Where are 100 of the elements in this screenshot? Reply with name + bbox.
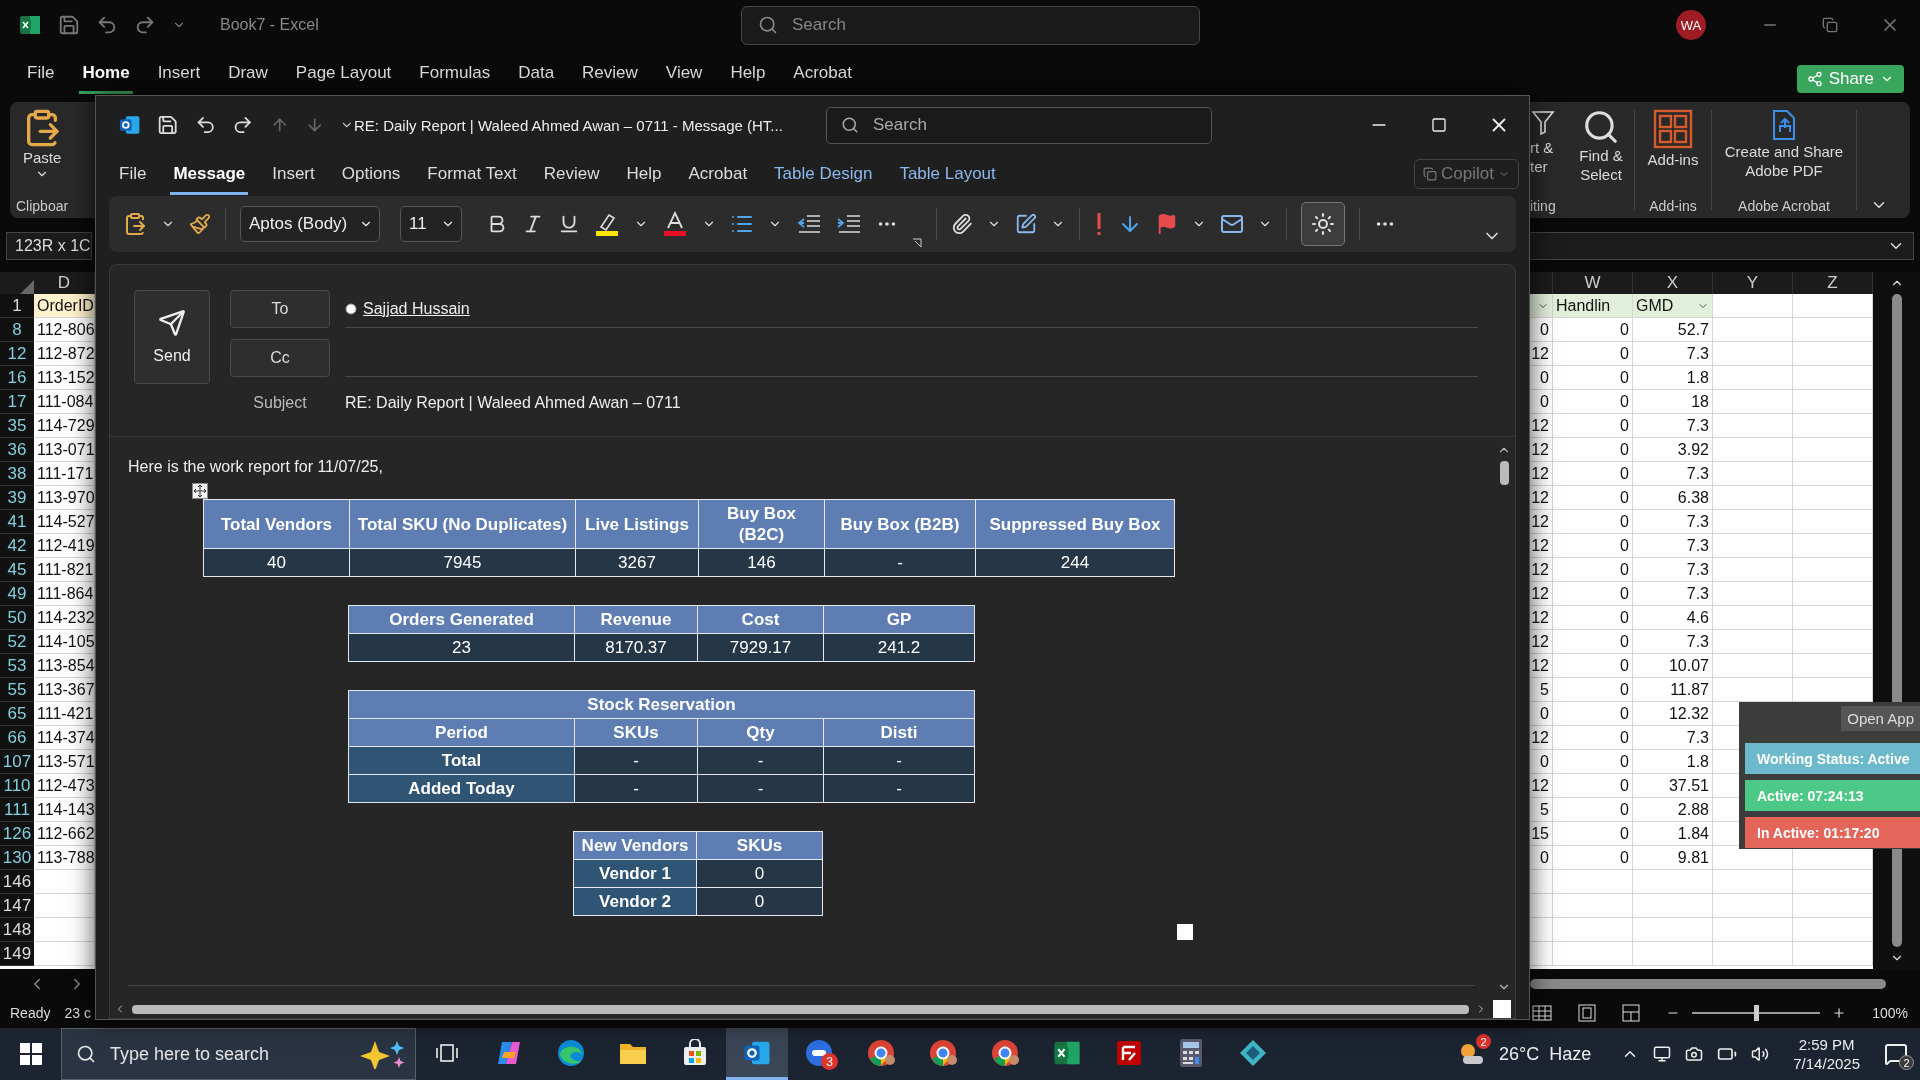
sheet-cell[interactable]: 37.51 xyxy=(1633,774,1713,798)
sheet-cell[interactable]: 113-854 xyxy=(34,654,95,678)
redo-icon[interactable] xyxy=(232,114,254,136)
row-number[interactable]: 130 xyxy=(0,846,34,870)
table-move-icon[interactable] xyxy=(192,483,208,499)
sheet-cell[interactable]: 2.88 xyxy=(1633,798,1713,822)
sheet-cell[interactable] xyxy=(1713,486,1793,510)
menu-tab[interactable]: Insert xyxy=(269,155,318,195)
page-break-icon[interactable] xyxy=(1622,1004,1641,1022)
font-color-icon[interactable] xyxy=(662,211,688,237)
search-field[interactable]: Search xyxy=(741,5,1200,45)
search-icon[interactable] xyxy=(1582,108,1620,146)
sheet-cell[interactable]: 113-367 xyxy=(34,678,95,702)
row-number[interactable]: 1 xyxy=(0,294,34,318)
highlighter-icon[interactable] xyxy=(594,211,620,237)
sheet-cell[interactable]: 3.92 xyxy=(1633,438,1713,462)
sheet-cell[interactable]: 1.8 xyxy=(1633,366,1713,390)
sheet-cell[interactable]: 0 xyxy=(1530,318,1553,342)
sheet-cell[interactable]: 0 xyxy=(1553,654,1633,678)
sheet-cell[interactable]: 113-571 xyxy=(34,750,95,774)
sheet-cell[interactable]: 112-419 xyxy=(34,534,95,558)
menu-tab[interactable]: Review xyxy=(540,155,603,195)
sheet-cell[interactable]: 0 xyxy=(1553,822,1633,846)
sheet-cell[interactable]: 7.3 xyxy=(1633,462,1713,486)
maximize-icon[interactable] xyxy=(1431,117,1447,133)
sheet-cell[interactable] xyxy=(1793,582,1873,606)
sheet-cell[interactable] xyxy=(1793,630,1873,654)
browser-icon[interactable] xyxy=(990,1037,1020,1068)
menu-tab[interactable]: Page Layout xyxy=(292,54,395,94)
sheet-cell[interactable] xyxy=(1713,894,1793,918)
sheet-cell[interactable]: 111-171 xyxy=(34,462,95,486)
sheet-cell[interactable]: 0 xyxy=(1553,726,1633,750)
app-icon[interactable] xyxy=(1115,1038,1143,1067)
menu-tab[interactable]: File xyxy=(24,54,58,94)
sheet-cell[interactable]: 9.81 xyxy=(1633,846,1713,870)
sheet-cell[interactable] xyxy=(1713,870,1793,894)
sheet-cell[interactable]: 6.38 xyxy=(1633,486,1713,510)
sheet-cell[interactable]: 7.3 xyxy=(1633,582,1713,606)
sheet-cell[interactable]: 12 xyxy=(1530,342,1553,366)
calculator-icon[interactable] xyxy=(1178,1037,1204,1068)
sheet-cell[interactable] xyxy=(1793,462,1873,486)
row-number[interactable]: 17 xyxy=(0,390,34,414)
sheet-cell[interactable]: 0 xyxy=(1553,414,1633,438)
row-number[interactable]: 38 xyxy=(0,462,34,486)
sheet-cell[interactable] xyxy=(1793,894,1873,918)
sheet-cell[interactable] xyxy=(1713,606,1793,630)
row-number[interactable]: 148 xyxy=(0,918,34,942)
sheet-cell[interactable] xyxy=(1713,678,1793,702)
row-number[interactable]: 12 xyxy=(0,342,34,366)
sheet-cell[interactable]: 5 xyxy=(1530,678,1553,702)
menu-tab[interactable]: Formulas xyxy=(416,54,494,94)
sheet-cell[interactable] xyxy=(1793,438,1873,462)
sheet-cell[interactable]: 0 xyxy=(1530,846,1553,870)
sheet-cell[interactable] xyxy=(1793,294,1873,318)
sheet-cell[interactable]: 0 xyxy=(1553,582,1633,606)
sheet-cell[interactable]: 113-071 xyxy=(34,438,95,462)
sheet-cell[interactable]: 114-374 xyxy=(34,726,95,750)
sheet-cell[interactable]: 0 xyxy=(1553,438,1633,462)
sheet-cell[interactable]: 10.07 xyxy=(1633,654,1713,678)
increase-indent-icon[interactable] xyxy=(836,213,862,235)
ribbon-label[interactable]: Find & xyxy=(1579,146,1623,165)
menu-tab[interactable]: Draw xyxy=(225,54,271,94)
sheet-cell[interactable]: 0 xyxy=(1530,750,1553,774)
diamond-icon[interactable] xyxy=(1238,1037,1268,1068)
search-field[interactable]: Search xyxy=(826,106,1212,144)
sheet-cell[interactable] xyxy=(34,870,95,894)
sheet-cell[interactable]: 12 xyxy=(1530,414,1553,438)
row-number[interactable]: 16 xyxy=(0,366,34,390)
menu-tab[interactable]: Acrobat xyxy=(685,155,751,195)
sheet-cell[interactable]: 12 xyxy=(1530,726,1553,750)
row-number[interactable]: 36 xyxy=(0,438,34,462)
sheet-cell[interactable]: 1.84 xyxy=(1633,822,1713,846)
sheet-cell[interactable] xyxy=(1713,582,1793,606)
background-toggle[interactable] xyxy=(1301,202,1345,246)
sheet-cell[interactable] xyxy=(1553,894,1633,918)
menu-tab[interactable]: Format Text xyxy=(424,155,520,195)
cc-button[interactable]: Cc xyxy=(230,339,330,377)
row-number[interactable]: 146 xyxy=(0,870,34,894)
row-number[interactable]: 45 xyxy=(0,558,34,582)
sheet-cell[interactable] xyxy=(1713,630,1793,654)
sheet-cell[interactable]: 114-232 xyxy=(34,606,95,630)
menu-tab[interactable]: File xyxy=(116,155,150,195)
to-field[interactable]: Sajjad Hussain xyxy=(345,290,1478,328)
sheet-cell[interactable]: 0 xyxy=(1553,702,1633,726)
dialog-launcher-icon[interactable] xyxy=(912,238,922,248)
browser-icon[interactable] xyxy=(928,1037,958,1068)
sheet-cell[interactable] xyxy=(1793,342,1873,366)
sheet-cell[interactable]: 12 xyxy=(1530,774,1553,798)
sheet-cell[interactable]: 12 xyxy=(1530,630,1553,654)
weather-text[interactable]: 26°C Haze xyxy=(1499,1043,1592,1065)
sheet-cell[interactable]: 113-970 xyxy=(34,486,95,510)
sheet-cell[interactable]: 12.32 xyxy=(1633,702,1713,726)
sheet-cell[interactable] xyxy=(1793,486,1873,510)
row-number[interactable]: 39 xyxy=(0,486,34,510)
to-button[interactable]: To xyxy=(230,290,330,328)
sheet-cell[interactable] xyxy=(1633,894,1713,918)
sheet-cell[interactable] xyxy=(1793,606,1873,630)
sheet-cell[interactable] xyxy=(1793,318,1873,342)
sheet-cell[interactable] xyxy=(1530,870,1553,894)
sheet-cell[interactable]: 12 xyxy=(1530,438,1553,462)
